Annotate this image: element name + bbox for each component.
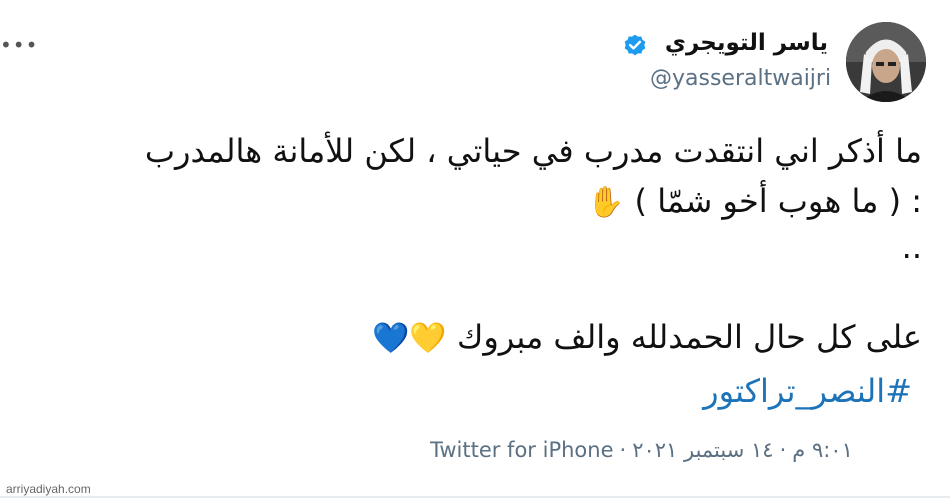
more-icon[interactable]: ••• xyxy=(0,35,38,55)
tweet-text-segment: : ( ما هوب أخو شمّا ) xyxy=(634,182,922,220)
tweet-source[interactable]: Twitter for iPhone xyxy=(430,438,614,462)
avatar-image xyxy=(846,22,926,102)
display-name[interactable]: ياسر التويجري xyxy=(665,30,828,56)
raised-hand-emoji: ✋ xyxy=(587,185,625,220)
tweet-time[interactable]: ٩:٠١ م xyxy=(792,438,853,462)
meta-separator: · xyxy=(779,438,787,462)
tweet-text-segment: على كل حال الحمدلله والف مبروك xyxy=(456,318,922,356)
yellow-heart-emoji: 💛 xyxy=(409,321,447,356)
hearts-emoji: 💛💙 xyxy=(372,321,447,356)
tweet-text-line: على كل حال الحمدلله والف مبروك 💛💙 xyxy=(372,318,922,356)
blue-heart-emoji: 💙 xyxy=(372,321,410,356)
meta-separator: · xyxy=(619,438,627,462)
hashtag-link[interactable]: #النصر_تراكتور xyxy=(703,372,912,410)
tweet-text-line: .. xyxy=(901,228,922,266)
avatar[interactable] xyxy=(846,22,926,102)
tweet-card: ••• ياسر التويجري @yasseraltwaijri ما أذ… xyxy=(0,0,950,498)
tweet-meta: Twitter for iPhone · ١٤ سبتمبر ٢٠٢١ · ٩:٠١ م xyxy=(430,438,853,462)
verified-icon xyxy=(624,34,646,56)
watermark: arriyadiyah.com xyxy=(6,482,91,496)
tweet-text-line: ما أذكر اني انتقدت مدرب في حياتي ، لكن ل… xyxy=(144,132,922,170)
user-handle[interactable]: @yasseraltwaijri xyxy=(650,66,831,91)
tweet-text-line: : ( ما هوب أخو شمّا ) ✋ xyxy=(587,182,922,220)
tweet-date[interactable]: ١٤ سبتمبر ٢٠٢١ xyxy=(632,438,773,462)
